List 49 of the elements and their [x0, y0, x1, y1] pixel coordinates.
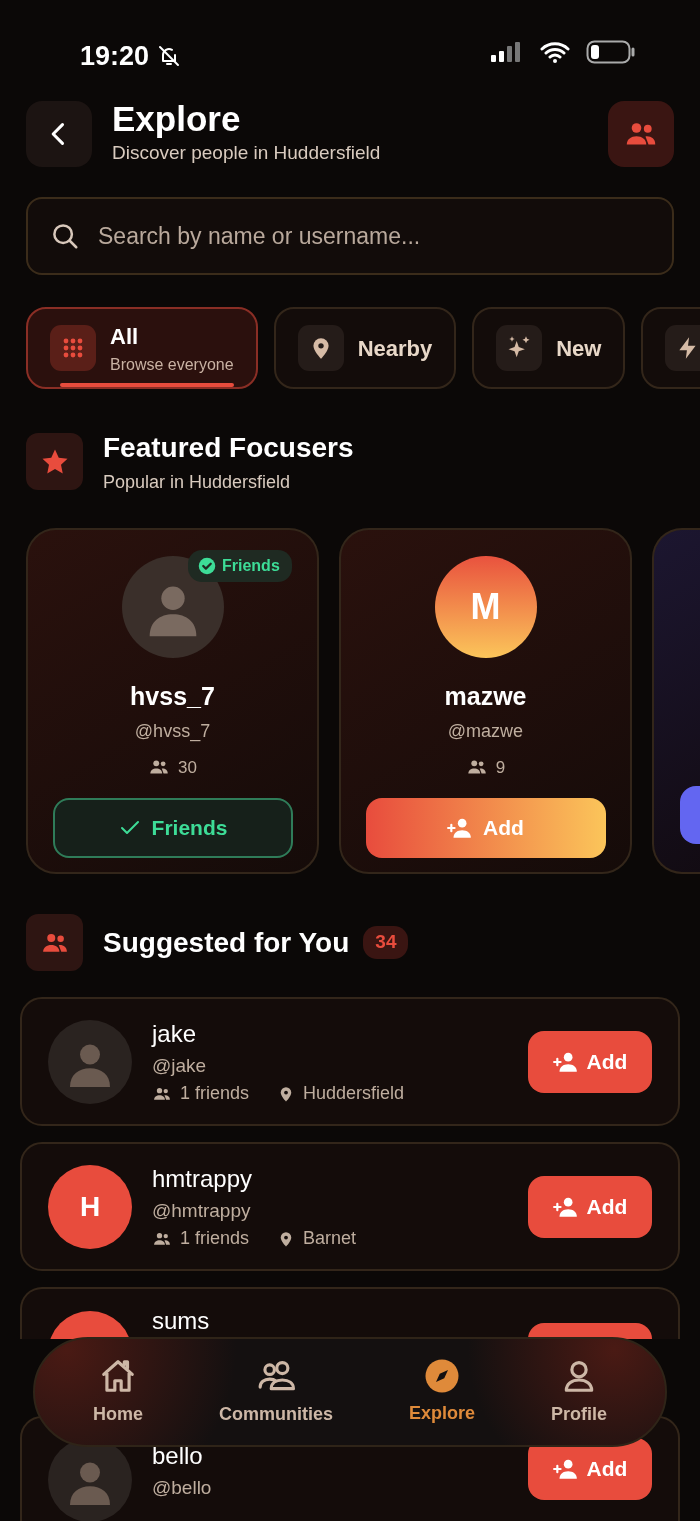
- username: sums: [152, 1306, 211, 1336]
- user-handle: @hvss_7: [134, 719, 211, 744]
- user-row[interactable]: jake @jake 1 friends Huddersfield Add: [20, 997, 680, 1126]
- back-button[interactable]: [26, 100, 92, 167]
- friends-button[interactable]: Friends: [52, 798, 293, 858]
- friend-count: 1 friends: [180, 1082, 250, 1106]
- username: bello: [152, 1441, 204, 1471]
- location: Huddersfield: [303, 1082, 405, 1106]
- friend-count: 30: [178, 756, 197, 779]
- battery-icon: [586, 40, 636, 64]
- status-time: 19:20: [80, 40, 150, 73]
- profile-card[interactable]: Friends hvss_7 @hvss_7 30 Friends: [26, 528, 319, 874]
- page-title: Explore: [112, 100, 242, 139]
- avatar: H: [48, 1164, 132, 1249]
- user-row[interactable]: sums: [20, 1287, 680, 1339]
- count-badge: 34: [363, 926, 409, 959]
- filter-subtitle: Browse everyone: [110, 354, 234, 375]
- friends-badge: Friends: [188, 550, 292, 582]
- username: jake: [152, 1018, 198, 1049]
- friends-button[interactable]: [608, 100, 674, 167]
- location: Barnet: [303, 1227, 357, 1251]
- wifi-icon: [540, 41, 570, 63]
- section-subtitle: Popular in Huddersfield: [103, 471, 292, 494]
- username: hmtrappy: [152, 1163, 254, 1194]
- page-subtitle: Discover people in Huddersfield: [112, 140, 382, 165]
- add-button[interactable]: Add: [528, 1175, 652, 1238]
- user-handle: @hmtrappy: [152, 1198, 252, 1223]
- avatar: M: [434, 556, 537, 658]
- user-handle: @mazwe: [447, 719, 524, 743]
- profile-card[interactable]: [652, 528, 700, 874]
- friend-count: 1 friends: [180, 1227, 250, 1251]
- filter-chip[interactable]: Nearby: [273, 307, 457, 389]
- username: mazwe: [444, 681, 527, 712]
- filter-chip[interactable]: All Browse everyone: [26, 307, 258, 389]
- section-title: Featured Focusers: [103, 431, 354, 465]
- user-row[interactable]: H hmtrappy @hmtrappy 1 friends Barnet Add: [20, 1142, 680, 1271]
- friend-count: 9: [495, 756, 506, 779]
- search-field[interactable]: Search by name or username...: [26, 197, 674, 275]
- section-title: Suggested for You: [103, 925, 350, 960]
- compass-icon: [423, 1357, 460, 1394]
- filter-chip[interactable]: New: [472, 307, 626, 389]
- user-handle: @jake: [152, 1053, 208, 1078]
- add-button[interactable]: Add: [528, 1030, 652, 1093]
- grid-icon: [61, 336, 85, 360]
- search-icon: [50, 221, 80, 251]
- check-circle-icon: [198, 557, 216, 575]
- profile-card[interactable]: M mazwe @mazwe 9 Add: [339, 528, 632, 874]
- username: hvss_7: [130, 681, 215, 712]
- user-handle: @bello: [152, 1476, 213, 1500]
